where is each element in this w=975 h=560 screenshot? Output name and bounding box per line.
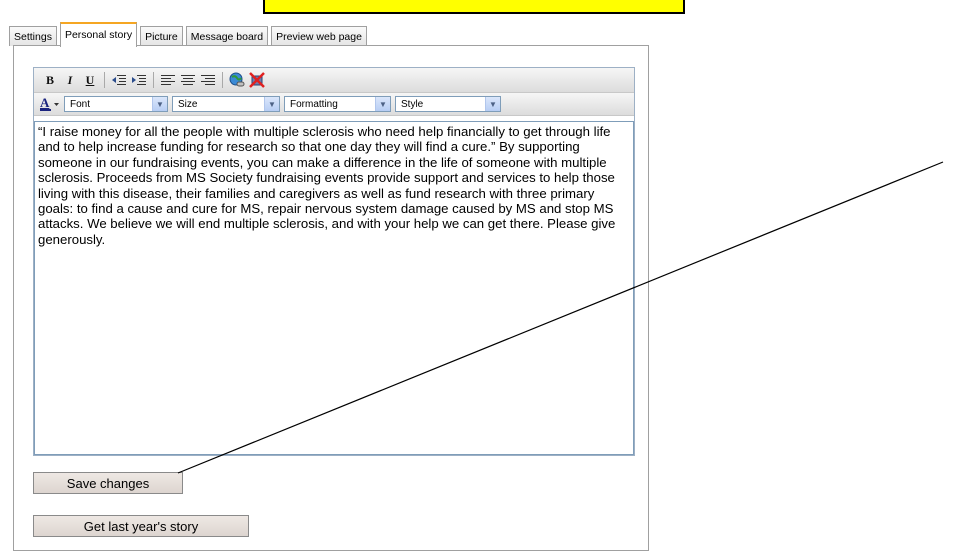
rich-text-editor: B I U A Font ▼ Size ▼ Formatting ▼ Style… [33,67,635,456]
chevron-down-icon: ▼ [264,97,279,111]
callout-box [263,0,685,14]
bold-icon[interactable]: B [40,71,60,89]
size-select-label: Size [178,98,198,110]
style-select-label: Style [401,98,424,110]
chevron-down-icon: ▼ [375,97,390,111]
save-changes-button[interactable]: Save changes [33,472,183,494]
toolbar-separator [153,72,154,88]
chevron-down-icon: ▼ [152,97,167,111]
italic-icon[interactable]: I [60,71,80,89]
tab-settings[interactable]: Settings [9,26,57,46]
style-select[interactable]: Style ▼ [395,96,501,112]
outdent-icon[interactable] [109,71,129,89]
align-right-icon[interactable] [198,71,218,89]
toolbar-separator [104,72,105,88]
toolbar-separator [222,72,223,88]
get-last-years-story-button[interactable]: Get last year's story [33,515,249,537]
font-select[interactable]: Font ▼ [64,96,168,112]
chevron-down-icon: ▼ [485,97,500,111]
tab-picture[interactable]: Picture [140,26,183,46]
align-center-icon[interactable] [178,71,198,89]
remove-link-icon[interactable] [247,71,267,89]
tab-bar: Settings Personal story Picture Message … [9,22,370,47]
tab-preview-web-page[interactable]: Preview web page [271,26,367,46]
svg-text:A: A [40,96,50,110]
align-left-icon[interactable] [158,71,178,89]
underline-icon[interactable]: U [80,71,100,89]
tab-personal-story[interactable]: Personal story [59,22,138,47]
story-text-area[interactable]: “I raise money for all the people with m… [34,121,634,455]
insert-link-icon[interactable] [227,71,247,89]
formatting-select-label: Formatting [290,98,338,110]
size-select[interactable]: Size ▼ [172,96,280,112]
font-select-label: Font [70,98,91,110]
formatting-select[interactable]: Formatting ▼ [284,96,391,112]
formatting-toolbar: B I U [34,68,634,93]
tab-message-board[interactable]: Message board [185,26,269,46]
font-toolbar: A Font ▼ Size ▼ Formatting ▼ Style ▼ [34,93,634,116]
indent-icon[interactable] [129,71,149,89]
font-color-icon[interactable]: A [38,95,64,113]
